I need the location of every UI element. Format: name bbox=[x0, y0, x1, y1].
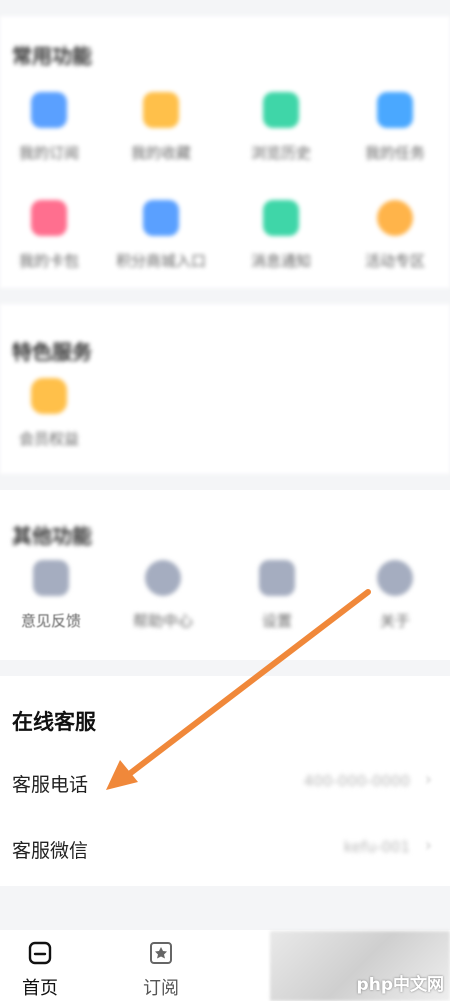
other-functions-section: 其他功能 意见反馈 帮助中心 设置 关于 bbox=[0, 490, 450, 660]
star-icon bbox=[143, 92, 179, 128]
other-functions-title: 其他功能 bbox=[12, 524, 92, 548]
grid-item-my-subscriptions[interactable]: 我的订阅 bbox=[4, 92, 94, 163]
about-icon bbox=[377, 560, 413, 596]
service-wechat-row[interactable]: 客服微信 kefu-001 › bbox=[0, 818, 450, 878]
home-icon bbox=[28, 941, 52, 965]
chevron-right-icon: › bbox=[424, 769, 432, 790]
grid-item-activities[interactable]: 活动专区 bbox=[350, 200, 440, 271]
grid-item-history[interactable]: 浏览历史 bbox=[236, 92, 326, 163]
task-icon bbox=[377, 92, 413, 128]
grid-item-settings[interactable]: 设置 bbox=[232, 560, 322, 631]
shop-icon bbox=[143, 200, 179, 236]
grid-item-my-tasks[interactable]: 我的任务 bbox=[350, 92, 440, 163]
online-service-section: 在线客服 客服电话 400-000-0000 › 客服微信 kefu-001 › bbox=[0, 676, 450, 886]
watermark-text: php中文网 bbox=[356, 975, 444, 995]
service-wechat-value: kefu-001 bbox=[343, 838, 410, 856]
online-service-title: 在线客服 bbox=[12, 709, 96, 734]
grid-item-about[interactable]: 关于 bbox=[350, 560, 440, 631]
subscribe-icon bbox=[150, 942, 172, 964]
gift-icon bbox=[377, 200, 413, 236]
settings-icon bbox=[259, 560, 295, 596]
service-wechat-label: 客服微信 bbox=[12, 840, 89, 862]
grid-item-card-pack[interactable]: 我的卡包 bbox=[4, 200, 94, 271]
common-functions-title: 常用功能 bbox=[12, 44, 92, 68]
message-icon bbox=[263, 200, 299, 236]
tab-subscribe[interactable]: 订阅 bbox=[121, 940, 201, 1000]
service-phone-label: 客服电话 bbox=[12, 774, 89, 796]
grid-item-shop[interactable]: 积分商城入口 bbox=[116, 200, 206, 271]
grid-item-messages[interactable]: 消息通知 bbox=[236, 200, 326, 271]
card-icon bbox=[31, 200, 67, 236]
common-functions-section: 常用功能 我的订阅 我的收藏 浏览历史 我的任务 我的卡包 积分商城入口 消息通… bbox=[0, 16, 450, 288]
service-phone-row[interactable]: 客服电话 400-000-0000 › bbox=[0, 752, 450, 812]
help-icon bbox=[145, 560, 181, 596]
grid-item-member-benefits[interactable]: 会员权益 bbox=[4, 378, 94, 449]
note-icon bbox=[31, 92, 67, 128]
grid-item-my-favorites[interactable]: 我的收藏 bbox=[116, 92, 206, 163]
grid-item-help[interactable]: 帮助中心 bbox=[118, 560, 208, 631]
grid-item-feedback[interactable]: 意见反馈 bbox=[6, 560, 96, 631]
special-services-section: 特色服务 会员权益 bbox=[0, 304, 450, 474]
diamond-icon bbox=[31, 378, 67, 414]
chevron-right-icon: › bbox=[424, 835, 432, 856]
history-icon bbox=[263, 92, 299, 128]
tab-home[interactable]: 首页 bbox=[0, 940, 80, 1000]
special-services-title: 特色服务 bbox=[12, 340, 92, 364]
feedback-icon bbox=[33, 560, 69, 596]
service-phone-value: 400-000-0000 bbox=[303, 772, 410, 790]
